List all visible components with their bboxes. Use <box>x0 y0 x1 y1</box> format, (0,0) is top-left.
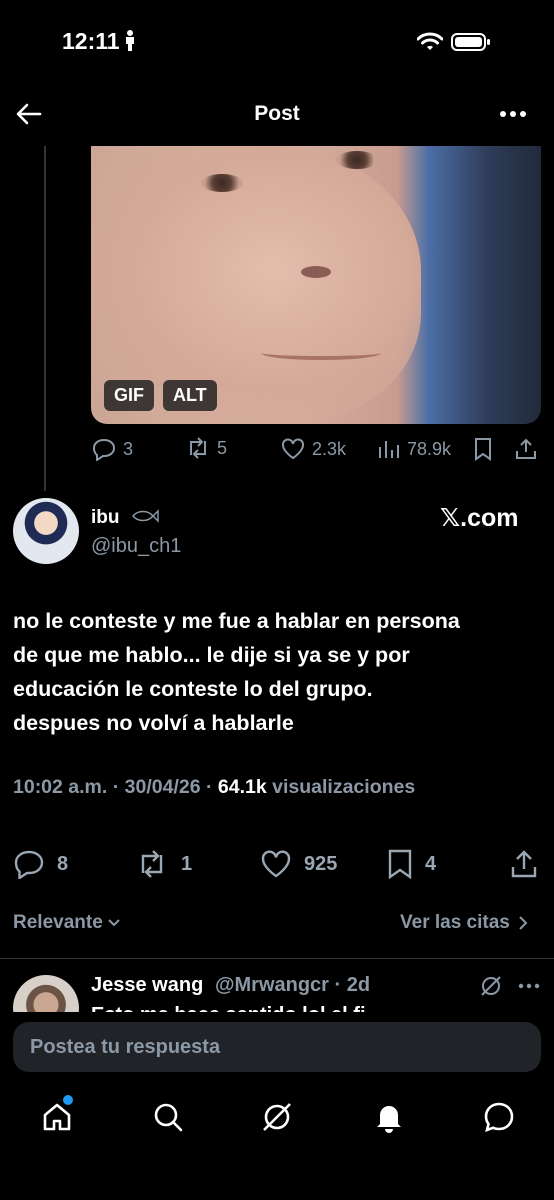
battery-icon <box>451 32 491 52</box>
person-icon <box>124 30 136 52</box>
repost-button[interactable]: 1 <box>135 849 192 879</box>
fish-emoji-icon <box>130 507 160 525</box>
heart-icon <box>280 437 306 461</box>
heart-icon <box>260 849 292 879</box>
repost-icon <box>185 437 211 459</box>
thread-line <box>44 146 46 491</box>
grok-icon[interactable] <box>260 1100 294 1134</box>
reply-icon <box>91 437 117 461</box>
more-options-icon[interactable] <box>498 104 528 124</box>
view-quotes-link[interactable]: Ver las citas <box>400 912 528 934</box>
quoted-repost-stat[interactable]: 5 <box>185 437 227 459</box>
avatar[interactable] <box>13 498 79 564</box>
post-text: no le conteste y me fue a hablar en pers… <box>13 609 460 735</box>
face-eye-right <box>336 151 378 169</box>
notification-dot <box>63 1095 73 1105</box>
gif-badge: GIF <box>104 380 154 411</box>
home-icon[interactable] <box>40 1100 74 1134</box>
reply-compose-input[interactable]: Postea tu respuesta <box>13 1022 541 1072</box>
divider <box>0 958 554 959</box>
quoted-like-stat[interactable]: 2.3k <box>280 437 346 461</box>
messages-icon[interactable] <box>482 1100 516 1134</box>
quoted-views-stat[interactable]: 78.9k <box>377 437 451 461</box>
reply-handle-time: @Mrwangcr · 2d <box>215 974 371 996</box>
bookmark-button[interactable]: 4 <box>387 849 436 879</box>
quoted-reply-stat[interactable]: 3 <box>91 437 133 461</box>
wifi-icon <box>417 32 443 52</box>
author-handle[interactable]: @ibu_ch1 <box>91 535 181 558</box>
repost-icon <box>135 849 169 879</box>
search-icon[interactable] <box>151 1100 185 1134</box>
post-time: 10:02 a.m. <box>13 776 108 798</box>
page-title: Post <box>254 102 300 125</box>
sort-relevant-dropdown[interactable]: Relevante <box>13 912 121 934</box>
face-mouth <box>261 346 381 360</box>
reply-button[interactable]: 8 <box>13 849 68 879</box>
share-icon[interactable] <box>514 437 538 461</box>
like-button[interactable]: 925 <box>260 849 337 879</box>
bell-icon[interactable] <box>372 1100 406 1134</box>
grok-icon[interactable] <box>479 974 503 998</box>
author-name[interactable]: ibu <box>91 507 120 529</box>
post-views-count[interactable]: 64.1k <box>218 776 267 798</box>
bookmark-icon[interactable] <box>472 437 494 461</box>
post-views-label: visualizaciones <box>272 776 416 798</box>
alt-badge[interactable]: ALT <box>163 380 217 411</box>
share-button[interactable] <box>510 849 538 879</box>
face-eye-left <box>201 174 243 192</box>
chevron-right-icon <box>518 915 528 931</box>
reply-icon <box>13 849 45 879</box>
post-meta: 10:02 a.m. · 30/04/26 · 64.1k visualizac… <box>13 776 416 798</box>
status-time: 12:11 <box>62 28 120 54</box>
chevron-down-icon <box>107 918 121 928</box>
reply-author-name[interactable]: Jesse wang <box>91 974 203 997</box>
reply-text: Esto me hace sentido lol el fi <box>91 1004 366 1012</box>
bookmark-icon <box>387 849 413 879</box>
x-com-logo: 𝕏.com <box>440 504 519 532</box>
reply-more-icon[interactable] <box>518 983 540 989</box>
views-icon <box>377 437 401 461</box>
face-nose <box>301 266 331 278</box>
share-icon <box>510 849 538 879</box>
quoted-gif-media[interactable]: GIF ALT <box>91 146 541 424</box>
post-date: 30/04/26 <box>124 776 201 798</box>
